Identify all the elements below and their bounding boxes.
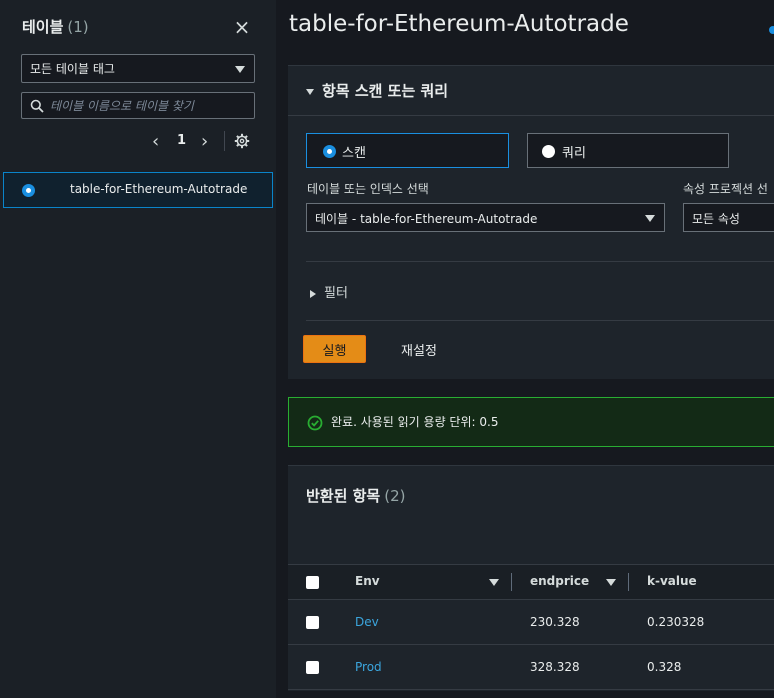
- table-search-input[interactable]: [50, 96, 250, 115]
- table-index-label: 테이블 또는 인덱스 선택: [307, 182, 429, 196]
- cell-env-link[interactable]: Prod: [355, 660, 382, 674]
- column-header-env[interactable]: Env: [355, 574, 380, 588]
- gear-icon[interactable]: [234, 133, 250, 149]
- column-header-endprice[interactable]: endprice: [530, 574, 589, 588]
- page-title: table-for-Ethereum-Autotrade: [289, 11, 629, 37]
- cell-endprice: 230.328: [530, 615, 580, 629]
- filter-label: 필터: [324, 286, 348, 301]
- caret-down-icon: [645, 215, 655, 222]
- caret-down-icon: [306, 88, 314, 95]
- search-icon: [30, 99, 44, 113]
- table-row: Prod 328.328 0.328: [288, 645, 774, 690]
- table-search-box: [21, 92, 255, 119]
- scan-option[interactable]: 스캔: [306, 133, 509, 168]
- cell-k-value: 0.328: [647, 660, 682, 674]
- query-option-label: 쿼리: [562, 146, 586, 161]
- scan-query-heading-text: 항목 스캔 또는 쿼리: [322, 82, 449, 100]
- sidebar-item-label: table-for-Ethereum-Autotrade: [70, 182, 248, 196]
- sidebar-title-text: 테이블: [22, 18, 64, 36]
- caret-down-icon: [235, 66, 245, 73]
- sidebar-title: 테이블 (1): [22, 16, 89, 37]
- results-count: (2): [384, 487, 406, 505]
- cell-k-value: 0.230328: [647, 615, 705, 629]
- caret-right-icon: [310, 289, 316, 298]
- cell-endprice: 328.328: [530, 660, 580, 674]
- alert-text: 완료. 사용된 읽기 용량 단위: 0.5: [331, 415, 499, 429]
- sort-caret-icon[interactable]: [606, 579, 616, 586]
- radio-selected-icon: [323, 145, 336, 158]
- row-checkbox[interactable]: [306, 616, 319, 629]
- divider: [288, 115, 774, 116]
- run-button[interactable]: 실행: [303, 335, 366, 363]
- cell-env-link[interactable]: Dev: [355, 615, 379, 629]
- divider: [306, 320, 774, 321]
- pager-divider: [224, 131, 225, 151]
- close-icon[interactable]: ×: [233, 17, 251, 37]
- table-row: Dev 230.328 0.230328: [288, 600, 774, 645]
- table-tag-select-value: 모든 테이블 태그: [30, 62, 115, 76]
- reset-button[interactable]: 재설정: [384, 335, 454, 363]
- results-heading-text: 반환된 항목: [306, 487, 381, 505]
- check-circle-icon: [307, 415, 323, 431]
- projection-select[interactable]: 모든 속성: [683, 203, 774, 232]
- table-index-value: 테이블 - table-for-Ethereum-Autotrade: [315, 212, 538, 226]
- chevron-left-icon[interactable]: ‹: [152, 131, 159, 152]
- column-divider[interactable]: [511, 573, 512, 591]
- query-option[interactable]: 쿼리: [527, 133, 729, 168]
- row-checkbox[interactable]: [306, 661, 319, 674]
- scan-option-label: 스캔: [342, 146, 366, 161]
- column-divider[interactable]: [628, 573, 629, 591]
- select-all-checkbox[interactable]: [306, 576, 319, 589]
- table-index-select[interactable]: 테이블 - table-for-Ethereum-Autotrade: [306, 203, 665, 232]
- sidebar-item-table[interactable]: table-for-Ethereum-Autotrade: [3, 172, 273, 208]
- scan-query-heading[interactable]: 항목 스캔 또는 쿼리: [306, 80, 448, 101]
- radio-selected-icon: [22, 184, 35, 197]
- scan-query-panel: 항목 스캔 또는 쿼리 스캔 쿼리 테이블 또는 인덱스 선택 테이블 - ta…: [288, 65, 774, 379]
- filter-toggle[interactable]: 필터: [310, 282, 348, 301]
- projection-value: 모든 속성: [692, 212, 740, 226]
- column-header-k-value[interactable]: k-value: [647, 574, 697, 588]
- results-panel: 반환된 항목 (2) Env endprice k-value Dev 230.3…: [288, 465, 774, 691]
- sidebar: 테이블(1) × 모든 테이블 태그 ‹ 1 ›: [0, 0, 276, 698]
- divider: [306, 261, 774, 262]
- chevron-right-icon[interactable]: ›: [201, 131, 208, 152]
- sort-caret-icon[interactable]: [489, 579, 499, 586]
- info-icon[interactable]: [769, 26, 774, 34]
- radio-unselected-icon: [542, 145, 555, 158]
- table-header: Env endprice k-value: [288, 564, 774, 600]
- projection-label: 속성 프로젝션 선: [683, 182, 768, 196]
- pagination: ‹ 1 ›: [148, 131, 258, 152]
- results-heading: 반환된 항목 (2): [306, 485, 405, 506]
- table-tag-select[interactable]: 모든 테이블 태그: [21, 54, 255, 83]
- page-number[interactable]: 1: [177, 133, 186, 148]
- success-alert: 완료. 사용된 읽기 용량 단위: 0.5: [288, 397, 774, 447]
- sidebar-table-count: (1): [67, 18, 89, 36]
